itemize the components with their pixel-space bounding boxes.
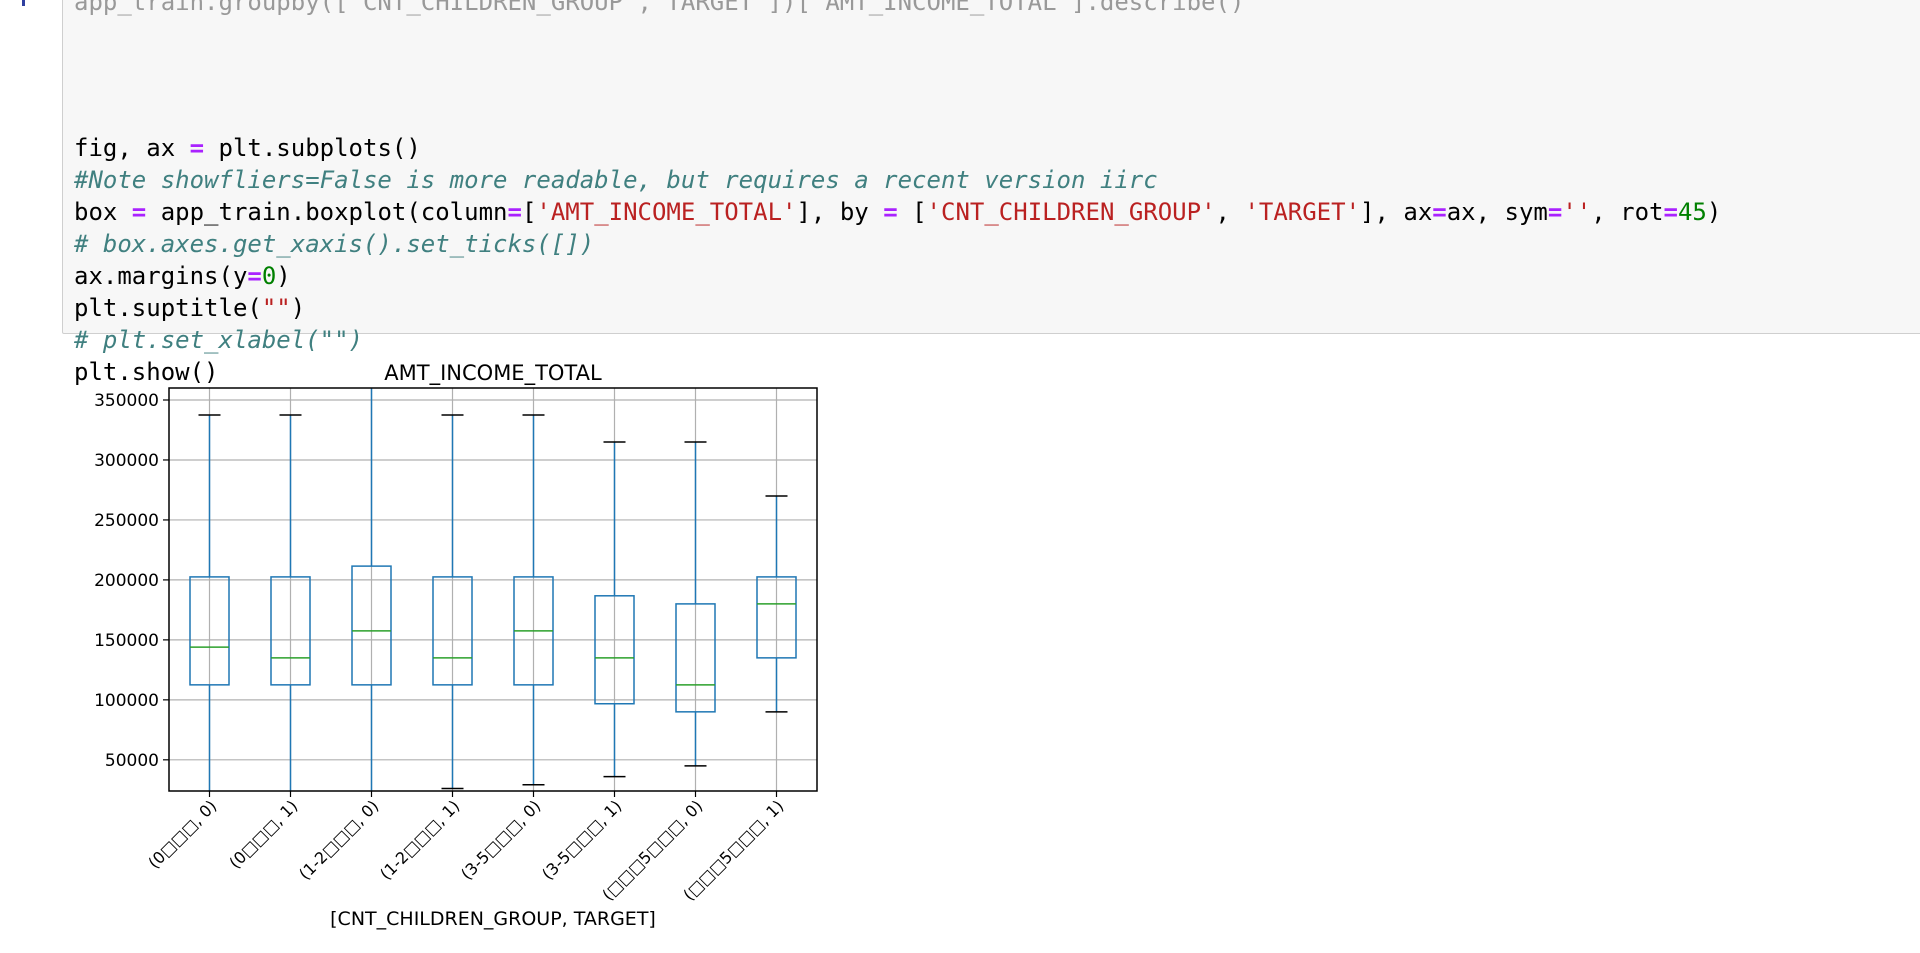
y-tick-label: 150000 xyxy=(94,631,159,651)
code-token: = xyxy=(507,198,522,226)
code-token: [ xyxy=(521,198,537,226)
code-line: box = app_train.boxplot(column=['AMT_INC… xyxy=(74,196,1721,228)
code-token: , rot xyxy=(1591,198,1664,226)
code-token: = xyxy=(883,198,898,226)
x-tick-label: (3-5□□□, 1) xyxy=(538,796,625,883)
code-token: ) xyxy=(290,294,306,322)
code-token: ) xyxy=(276,262,291,290)
code-token: ax, sym xyxy=(1446,198,1548,226)
axes-frame xyxy=(168,387,818,792)
code-token: ) xyxy=(1706,198,1722,226)
x-axis-label: [CNT_CHILDREN_GROUP, TARGET] xyxy=(330,908,656,930)
boxplot-chart: 50000 100000 150000 200000 250000 300000 35000… xyxy=(94,361,818,930)
code-line: # box.axes.get_xaxis().set_ticks([]) xyxy=(74,228,1721,260)
grid-layer xyxy=(169,388,817,791)
code-token: 0 xyxy=(261,262,277,290)
code-line: plt.suptitle("") xyxy=(74,292,1721,324)
code-token: plt.suptitle( xyxy=(74,294,262,322)
x-axis: (0□□□, 0) (0□□□, 1)(1-2□□□, 0)(1-2□□□, 1)… xyxy=(144,791,787,904)
code-token: 45 xyxy=(1677,198,1707,226)
code-line: fig, ax = plt.subplots() xyxy=(74,132,1721,164)
x-tick-label: (3-5□□□, 0) xyxy=(457,796,544,883)
x-tick-label: (1-2□□□, 0) xyxy=(295,796,382,883)
code-token: = xyxy=(1432,198,1447,226)
code-token: 'TARGET' xyxy=(1244,198,1361,226)
code-token: , xyxy=(1215,198,1245,226)
code-token: #Note showfliers=False is more readable,… xyxy=(74,166,1158,194)
code-line-partial: app_train.groupby(['CNT_CHILDREN_GROUP',… xyxy=(74,0,1245,16)
x-tick-label: (1-2□□□, 1) xyxy=(376,796,463,883)
code-token: 'AMT_INCOME_TOTAL' xyxy=(536,198,797,226)
cell-prompt-marker xyxy=(22,0,25,6)
code-token: app_train.boxplot(column xyxy=(146,198,508,226)
code-token: = xyxy=(131,198,147,226)
output-area: 50000 100000 150000 200000 250000 300000 35000… xyxy=(62,350,862,953)
code-token: 'CNT_CHILDREN_GROUP' xyxy=(926,198,1216,226)
code-token: ], ax xyxy=(1360,198,1433,226)
code-token: '' xyxy=(1562,198,1592,226)
y-axis: 50000 100000 150000 200000 250000 300000 35000… xyxy=(94,391,169,771)
code-token: = xyxy=(189,134,205,162)
code-token: fig, ax xyxy=(74,134,190,162)
y-tick-label: 250000 xyxy=(94,511,159,531)
code-token: [ xyxy=(897,198,927,226)
x-tick-label: (0□□□, 0) xyxy=(144,796,220,872)
code-line: ax.margins(y=0) xyxy=(74,260,1721,292)
chart-title: AMT_INCOME_TOTAL xyxy=(384,361,602,386)
code-token: ], by xyxy=(796,198,884,226)
x-tick-label: (0□□□, 1) xyxy=(225,796,301,872)
code-line: #Note showfliers=False is more readable,… xyxy=(74,164,1721,196)
code-token: = xyxy=(247,262,262,290)
code-token: # box.axes.get_xaxis().set_ticks([]) xyxy=(74,230,595,258)
code-editor[interactable]: app_train.groupby(['CNT_CHILDREN_GROUP',… xyxy=(74,0,1721,388)
code-token: box xyxy=(74,198,132,226)
y-tick-label: 100000 xyxy=(94,691,159,711)
y-tick-label: 350000 xyxy=(94,391,159,411)
notebook: app_train.groupby(['CNT_CHILDREN_GROUP',… xyxy=(0,0,1920,953)
code-token: = xyxy=(1547,198,1563,226)
y-tick-label: 300000 xyxy=(94,451,159,471)
code-token: ax.margins(y xyxy=(74,262,248,290)
y-tick-label: 50000 xyxy=(105,751,159,771)
code-token: = xyxy=(1663,198,1678,226)
code-token: plt.subplots() xyxy=(204,134,421,162)
code-token: "" xyxy=(261,294,291,322)
box-layer xyxy=(189,388,797,791)
y-tick-label: 200000 xyxy=(94,571,159,591)
